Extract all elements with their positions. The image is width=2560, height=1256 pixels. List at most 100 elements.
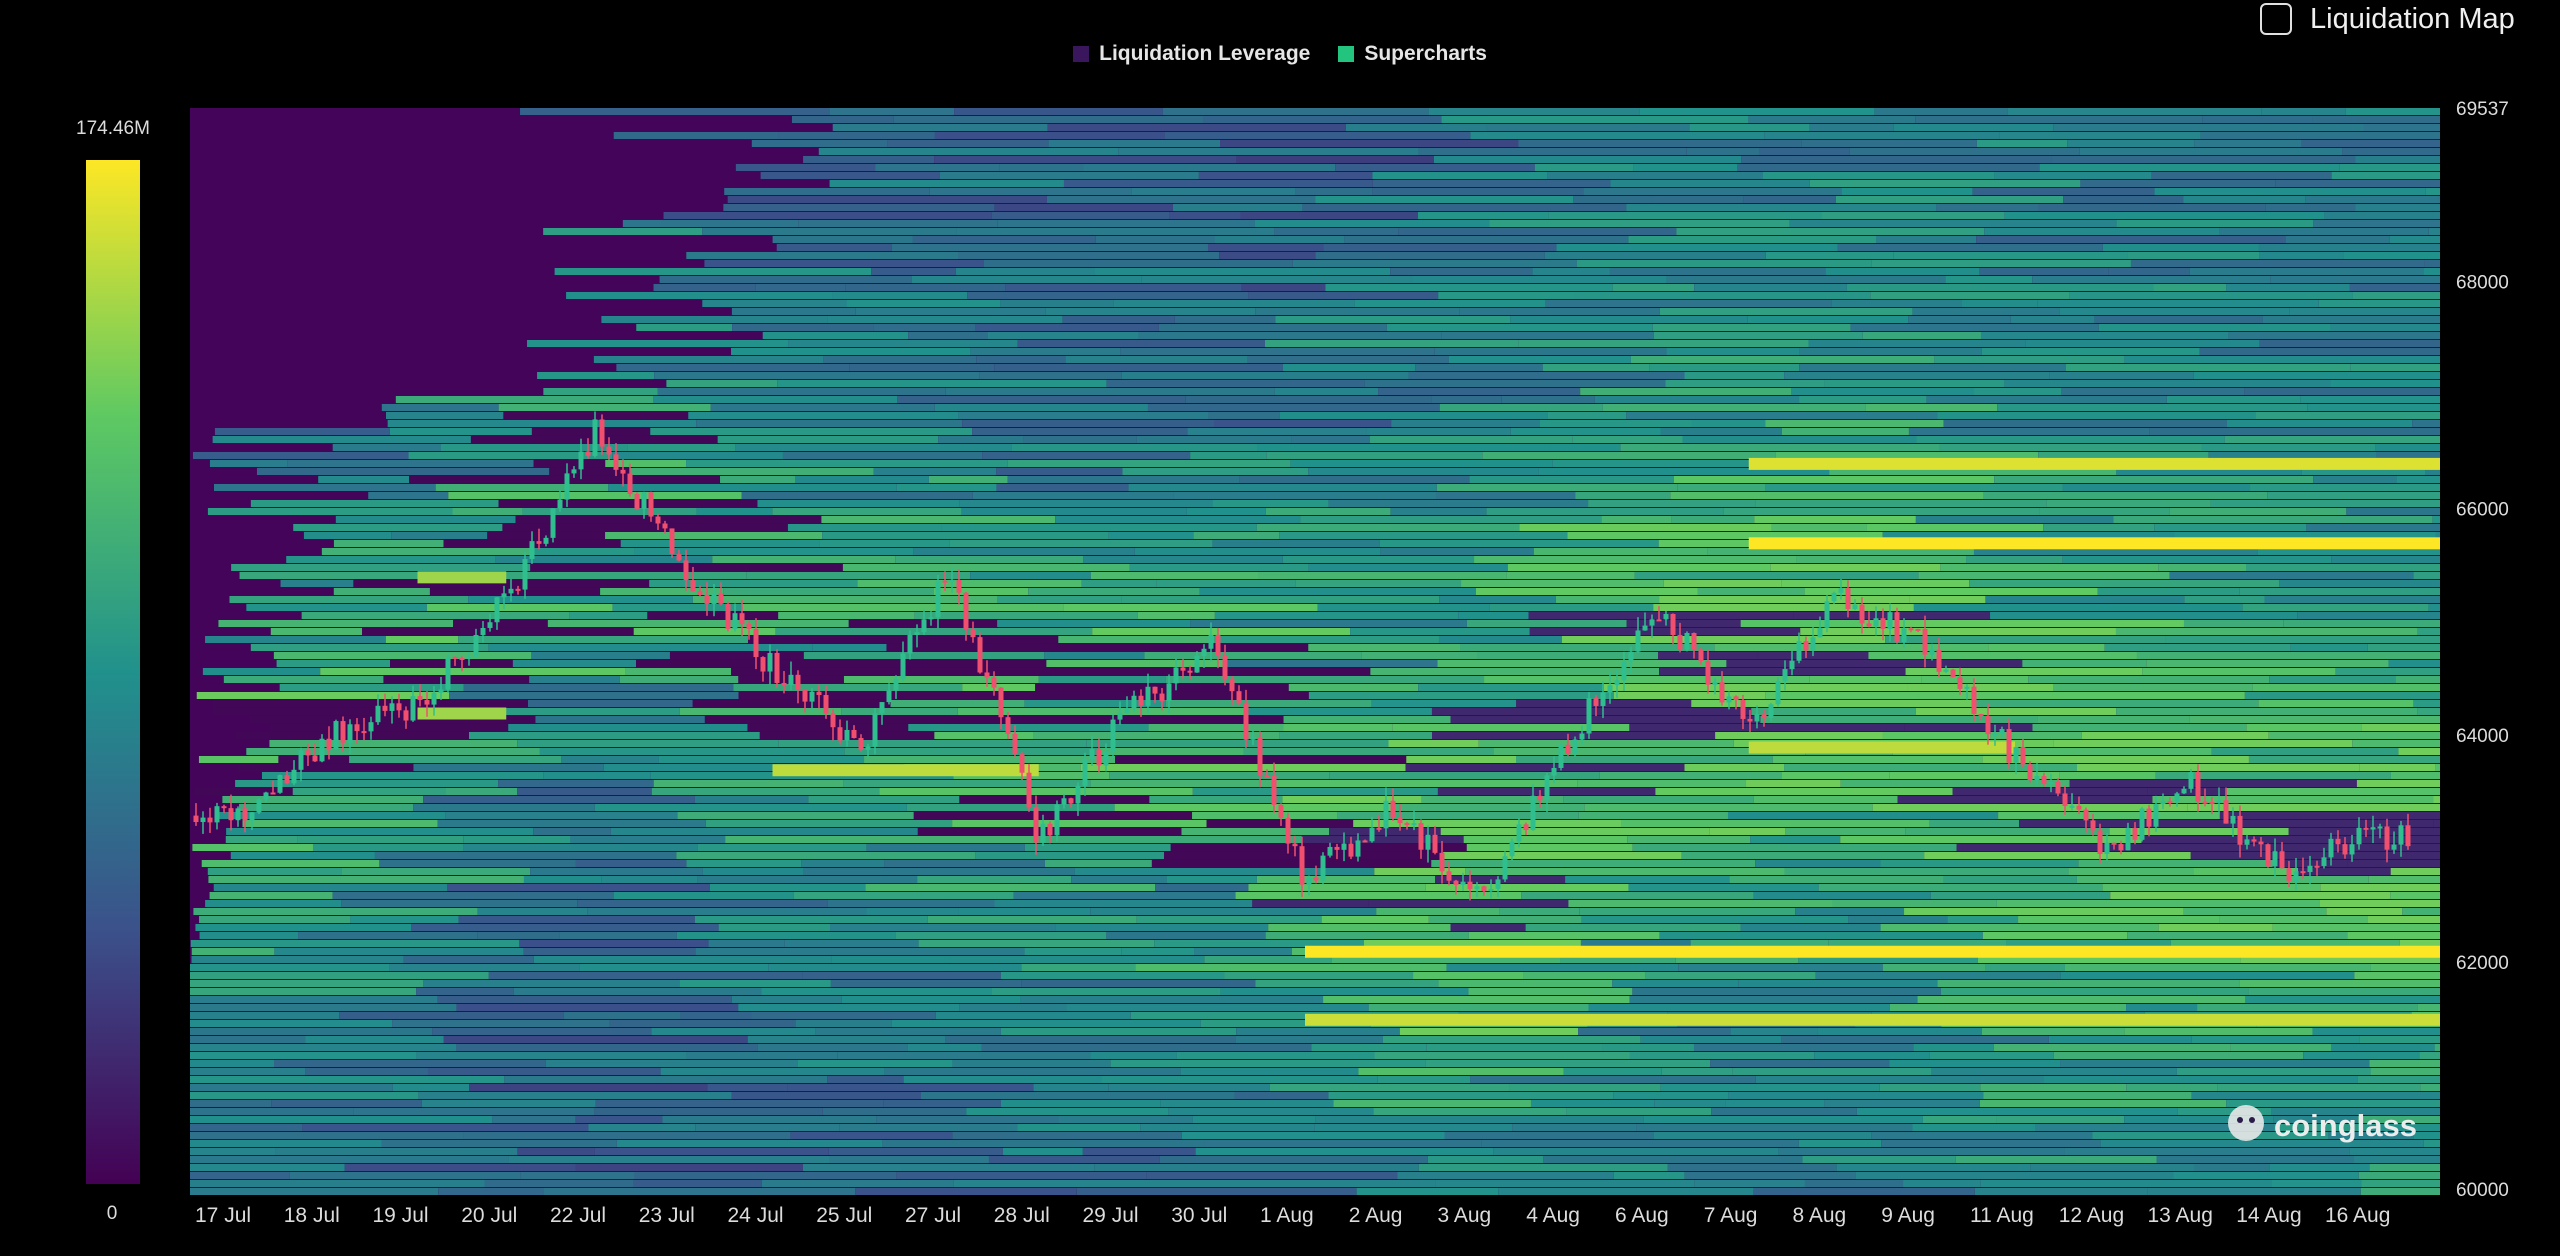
heatmap-cell bbox=[1317, 604, 1490, 611]
heatmap-cell bbox=[959, 1004, 1067, 1011]
liquidation-map-checkbox[interactable] bbox=[2260, 3, 2292, 35]
heatmap-cell bbox=[1682, 436, 1917, 443]
heatmap-cell bbox=[1254, 220, 1490, 227]
heatmap-cell bbox=[1917, 996, 2246, 1003]
heatmap-cell bbox=[447, 884, 710, 891]
liquidation-band bbox=[1748, 537, 2440, 550]
heatmap-cell bbox=[1431, 708, 1752, 715]
candle bbox=[1264, 775, 1270, 778]
heatmap-cell bbox=[793, 892, 1014, 899]
candle bbox=[2279, 851, 2285, 869]
heatmap-cell bbox=[2053, 124, 2364, 131]
heatmap-cell bbox=[2345, 108, 2440, 115]
heatmap-cell bbox=[1689, 124, 1810, 131]
heatmap-cell bbox=[527, 340, 789, 347]
heatmap-cell bbox=[1893, 252, 2128, 259]
heatmap-cell bbox=[1083, 164, 1336, 171]
heatmap-cell bbox=[513, 988, 762, 995]
heatmap-cell bbox=[1737, 164, 2040, 171]
heatmap-cell bbox=[1300, 516, 1602, 523]
heatmap-cell bbox=[477, 932, 560, 939]
heatmap-cell bbox=[2210, 500, 2440, 507]
heatmap-cell bbox=[1808, 340, 2026, 347]
heatmap-cell bbox=[1966, 556, 2063, 563]
heatmap-cell bbox=[1160, 1100, 1334, 1107]
candle bbox=[2027, 764, 2033, 780]
heatmap-cell bbox=[2098, 324, 2331, 331]
heatmap-cell bbox=[784, 940, 919, 947]
heatmap-cell bbox=[2361, 724, 2440, 731]
heatmap-cell bbox=[1574, 292, 1871, 299]
heatmap-cell bbox=[332, 892, 614, 899]
heatmap-cell bbox=[613, 892, 794, 899]
candle bbox=[515, 588, 521, 591]
legend-item-supercharts[interactable]: Supercharts bbox=[1338, 42, 1487, 66]
heatmap-cell bbox=[2331, 556, 2440, 563]
heatmap-cell bbox=[1438, 636, 1562, 643]
heatmap-cell bbox=[1846, 284, 2154, 291]
heatmap-cell bbox=[1507, 564, 1771, 571]
heatmap-cell bbox=[570, 836, 726, 843]
heatmap-cell bbox=[463, 684, 734, 691]
heatmap-cell bbox=[225, 836, 298, 843]
candle bbox=[1243, 702, 1249, 740]
heatmap-cell bbox=[2312, 1028, 2440, 1035]
heatmap-cell bbox=[320, 668, 626, 675]
candle bbox=[886, 690, 892, 703]
watermark-text: coinglass bbox=[2274, 1108, 2417, 1143]
heatmap-cell bbox=[2357, 1076, 2440, 1083]
candle bbox=[2370, 827, 2376, 830]
heatmap-cell bbox=[543, 228, 703, 235]
candle bbox=[851, 729, 857, 738]
candle bbox=[732, 613, 738, 629]
heatmap-cell bbox=[2369, 1164, 2440, 1171]
candle bbox=[725, 603, 731, 629]
heatmap-cell bbox=[543, 772, 651, 779]
heatmap-cell bbox=[934, 156, 1237, 163]
heatmap-cell bbox=[634, 548, 914, 555]
heatmap-cell bbox=[274, 1060, 546, 1067]
heatmap-cell bbox=[484, 1180, 634, 1187]
legend-item-liquidation-leverage[interactable]: Liquidation Leverage bbox=[1073, 42, 1310, 66]
heatmap-cell bbox=[1486, 124, 1690, 131]
heatmap-cell bbox=[1629, 724, 1905, 731]
heatmap-cell bbox=[1937, 412, 2256, 419]
heatmap-cell bbox=[533, 460, 606, 467]
heatmap-cell bbox=[1907, 684, 2054, 691]
heatmap-cell bbox=[707, 1084, 788, 1091]
heatmap-cell bbox=[1094, 268, 1391, 275]
heatmap-cell bbox=[1291, 436, 1371, 443]
heatmap-cell bbox=[2068, 868, 2194, 875]
candle bbox=[1222, 655, 1228, 679]
candle bbox=[1810, 637, 1816, 651]
heatmap-cell bbox=[1493, 1148, 1779, 1155]
heatmap-cell bbox=[1889, 1060, 2061, 1067]
heatmap-cell bbox=[2335, 668, 2440, 675]
candle bbox=[872, 713, 878, 747]
candle bbox=[1789, 660, 1795, 670]
heatmap-cell bbox=[1930, 892, 2111, 899]
heatmap-cell bbox=[332, 444, 441, 451]
candle bbox=[984, 672, 990, 678]
heatmap-cell bbox=[2355, 156, 2440, 163]
heatmap-cell bbox=[1314, 1124, 1513, 1131]
heatmap-cell bbox=[1474, 556, 1797, 563]
heatmap-cell bbox=[1755, 860, 1881, 867]
heatmap-cell bbox=[1996, 1116, 2125, 1123]
liquidation-map-toggle[interactable]: Liquidation Map bbox=[2260, 0, 2560, 38]
candle bbox=[1327, 846, 1333, 856]
heatmap-cell bbox=[2043, 524, 2155, 531]
candle bbox=[949, 579, 955, 582]
candle bbox=[963, 592, 969, 630]
heatmap-cell bbox=[1169, 212, 1241, 219]
heatmap-cell bbox=[1784, 372, 2050, 379]
heatmap-cell bbox=[844, 748, 1099, 755]
heatmap-cell bbox=[1295, 188, 1373, 195]
heatmap-cell bbox=[508, 724, 748, 731]
candle bbox=[2384, 826, 2390, 850]
heatmap-cell bbox=[731, 996, 842, 1003]
heatmap-cell bbox=[1181, 828, 1330, 835]
heatmap-cell bbox=[879, 788, 1193, 795]
heatmap-cell bbox=[190, 1148, 276, 1155]
heatmap-cell bbox=[2147, 1188, 2361, 1195]
